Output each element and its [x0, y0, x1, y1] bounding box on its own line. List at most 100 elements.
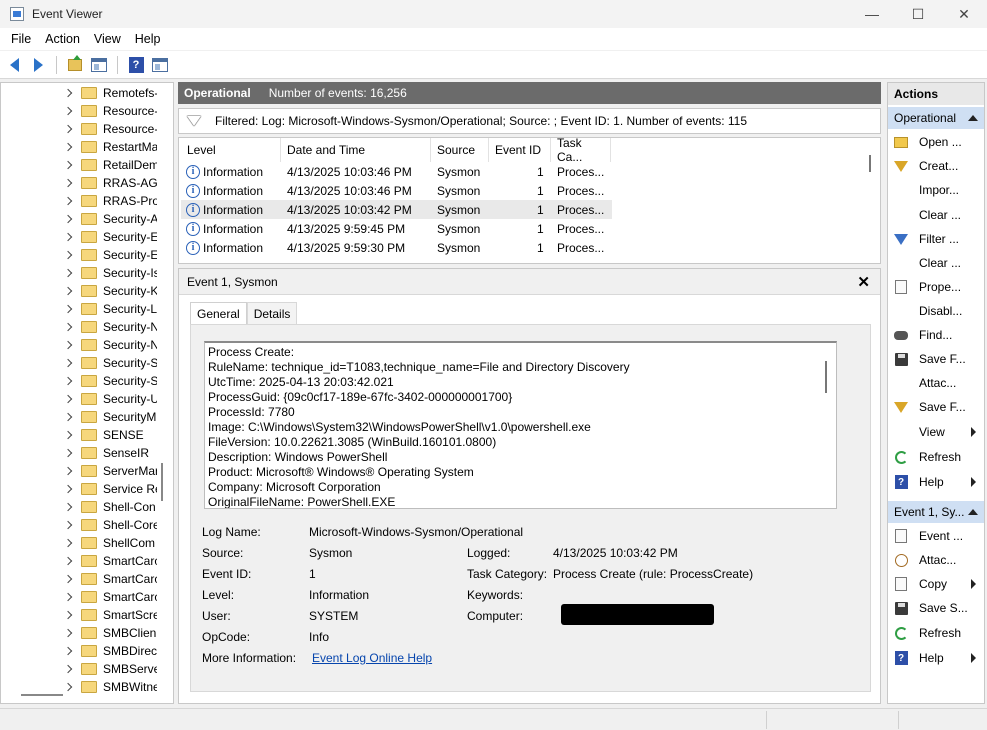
tree-item[interactable]: Service Re	[1, 480, 173, 498]
tree-item[interactable]: Security-N	[1, 336, 173, 354]
tree-item[interactable]: Security-S	[1, 372, 173, 390]
tree-item[interactable]: Security-N	[1, 318, 173, 336]
action-copy[interactable]: Copy	[888, 573, 984, 595]
tree-item[interactable]: Security-A	[1, 210, 173, 228]
tree-item[interactable]: SmartCarc	[1, 552, 173, 570]
action-create-custom-view[interactable]: Creat...	[888, 155, 984, 177]
action-disable-log[interactable]: Disabl...	[888, 300, 984, 322]
column-header-event-id[interactable]: Event ID	[489, 138, 551, 162]
tree-item[interactable]: SmartScre	[1, 606, 173, 624]
close-button[interactable]: ✕	[941, 0, 987, 28]
chevron-right-icon[interactable]	[63, 250, 73, 260]
show-hide-action-pane-button[interactable]	[150, 55, 170, 75]
chevron-right-icon[interactable]	[63, 556, 73, 566]
tree-item[interactable]: Security-K	[1, 282, 173, 300]
chevron-right-icon[interactable]	[63, 502, 73, 512]
chevron-right-icon[interactable]	[63, 124, 73, 134]
chevron-right-icon[interactable]	[63, 142, 73, 152]
tree-item[interactable]: SecurityM	[1, 408, 173, 426]
tree-item[interactable]: Security-S	[1, 354, 173, 372]
action-save-filter[interactable]: Save F...	[888, 396, 984, 418]
console-tree[interactable]: Remotefs- Resource- Resource- RestartMa …	[0, 82, 174, 704]
chevron-right-icon[interactable]	[63, 664, 73, 674]
chevron-right-icon[interactable]	[63, 538, 73, 548]
column-header-level[interactable]: Level	[181, 138, 281, 162]
table-row[interactable]: i Information 4/13/2025 9:59:30 PM Sysmon…	[181, 238, 612, 257]
tab-details[interactable]: Details	[246, 302, 298, 324]
action-attach-task[interactable]: Attac...	[888, 372, 984, 394]
tab-general[interactable]: General	[190, 302, 247, 324]
chevron-right-icon[interactable]	[63, 394, 73, 404]
table-row[interactable]: i Information 4/13/2025 10:03:46 PM Sysmo…	[181, 181, 612, 200]
action-open-saved-log[interactable]: Open ...	[888, 131, 984, 153]
action-help[interactable]: ? Help	[888, 471, 984, 493]
tree-vertical-scrollbar[interactable]	[161, 463, 163, 501]
chevron-right-icon[interactable]	[63, 304, 73, 314]
tree-item[interactable]: Resource-	[1, 102, 173, 120]
chevron-right-icon[interactable]	[63, 628, 73, 638]
chevron-right-icon[interactable]	[63, 340, 73, 350]
tree-item[interactable]: SmartCarc	[1, 588, 173, 606]
chevron-right-icon[interactable]	[63, 358, 73, 368]
chevron-right-icon[interactable]	[63, 196, 73, 206]
help-toolbar-button[interactable]: ?	[126, 55, 146, 75]
tree-item[interactable]: Security-E	[1, 246, 173, 264]
chevron-right-icon[interactable]	[63, 610, 73, 620]
tree-item[interactable]: SenseIR	[1, 444, 173, 462]
tree-item[interactable]: ShellCom	[1, 534, 173, 552]
actions-section-operational[interactable]: Operational	[888, 107, 984, 129]
chevron-right-icon[interactable]	[63, 160, 73, 170]
tree-item[interactable]: Security-L	[1, 300, 173, 318]
column-header-task-category[interactable]: Task Ca...	[551, 138, 611, 164]
table-row[interactable]: i Information 4/13/2025 9:59:45 PM Sysmon…	[181, 219, 612, 238]
menu-file[interactable]: File	[4, 32, 38, 46]
tree-item[interactable]: Security-U	[1, 390, 173, 408]
menu-action[interactable]: Action	[38, 32, 87, 46]
maximize-button[interactable]: ☐	[895, 0, 941, 28]
chevron-right-icon[interactable]	[63, 592, 73, 602]
chevron-right-icon[interactable]	[63, 574, 73, 584]
chevron-right-icon[interactable]	[63, 376, 73, 386]
action-view[interactable]: View	[888, 421, 984, 443]
action-help-event[interactable]: ? Help	[888, 647, 984, 669]
chevron-right-icon[interactable]	[63, 520, 73, 530]
action-attach-task-to-event[interactable]: Attac...	[888, 549, 984, 571]
action-properties[interactable]: Prope...	[888, 276, 984, 298]
tree-item[interactable]: Shell-Core	[1, 516, 173, 534]
tree-item[interactable]: SMBServe	[1, 660, 173, 678]
tree-item[interactable]: Shell-Con	[1, 498, 173, 516]
tree-item[interactable]: Remotefs-	[1, 84, 173, 102]
chevron-right-icon[interactable]	[63, 214, 73, 224]
tree-item[interactable]: Security-Is	[1, 264, 173, 282]
minimize-button[interactable]: —	[849, 0, 895, 28]
event-message-box[interactable]: Process Create: RuleName: technique_id=T…	[204, 341, 837, 509]
tree-item[interactable]: ServerMar	[1, 462, 173, 480]
up-one-level-button[interactable]	[65, 54, 85, 75]
tree-item[interactable]: SMBDirec	[1, 642, 173, 660]
chevron-right-icon[interactable]	[63, 412, 73, 422]
close-icon[interactable]: ✕	[857, 273, 870, 291]
action-save-selected-events[interactable]: Save S...	[888, 597, 984, 619]
column-header-date-time[interactable]: Date and Time	[281, 138, 431, 162]
tree-item[interactable]: Resource-	[1, 120, 173, 138]
chevron-right-icon[interactable]	[63, 322, 73, 332]
table-row[interactable]: i Information 4/13/2025 10:03:46 PM Sysmo…	[181, 162, 612, 181]
action-filter-current-log[interactable]: Filter ...	[888, 228, 984, 250]
forward-button[interactable]	[28, 55, 48, 75]
chevron-right-icon[interactable]	[63, 646, 73, 656]
column-header-source[interactable]: Source	[431, 138, 489, 162]
tree-item[interactable]: RRAS-Pro	[1, 192, 173, 210]
events-table-scrollbar[interactable]	[869, 155, 871, 172]
chevron-right-icon[interactable]	[63, 484, 73, 494]
menu-help[interactable]: Help	[128, 32, 168, 46]
chevron-right-icon[interactable]	[63, 178, 73, 188]
actions-section-event[interactable]: Event 1, Sy...	[888, 501, 984, 523]
tree-item[interactable]: RetailDem	[1, 156, 173, 174]
chevron-right-icon[interactable]	[63, 682, 73, 692]
action-event-properties[interactable]: Event ...	[888, 525, 984, 547]
chevron-right-icon[interactable]	[63, 430, 73, 440]
tree-item[interactable]: SMBClien	[1, 624, 173, 642]
chevron-right-icon[interactable]	[63, 232, 73, 242]
tree-item[interactable]: SmartCarc	[1, 570, 173, 588]
tree-item[interactable]: RRAS-AGI	[1, 174, 173, 192]
